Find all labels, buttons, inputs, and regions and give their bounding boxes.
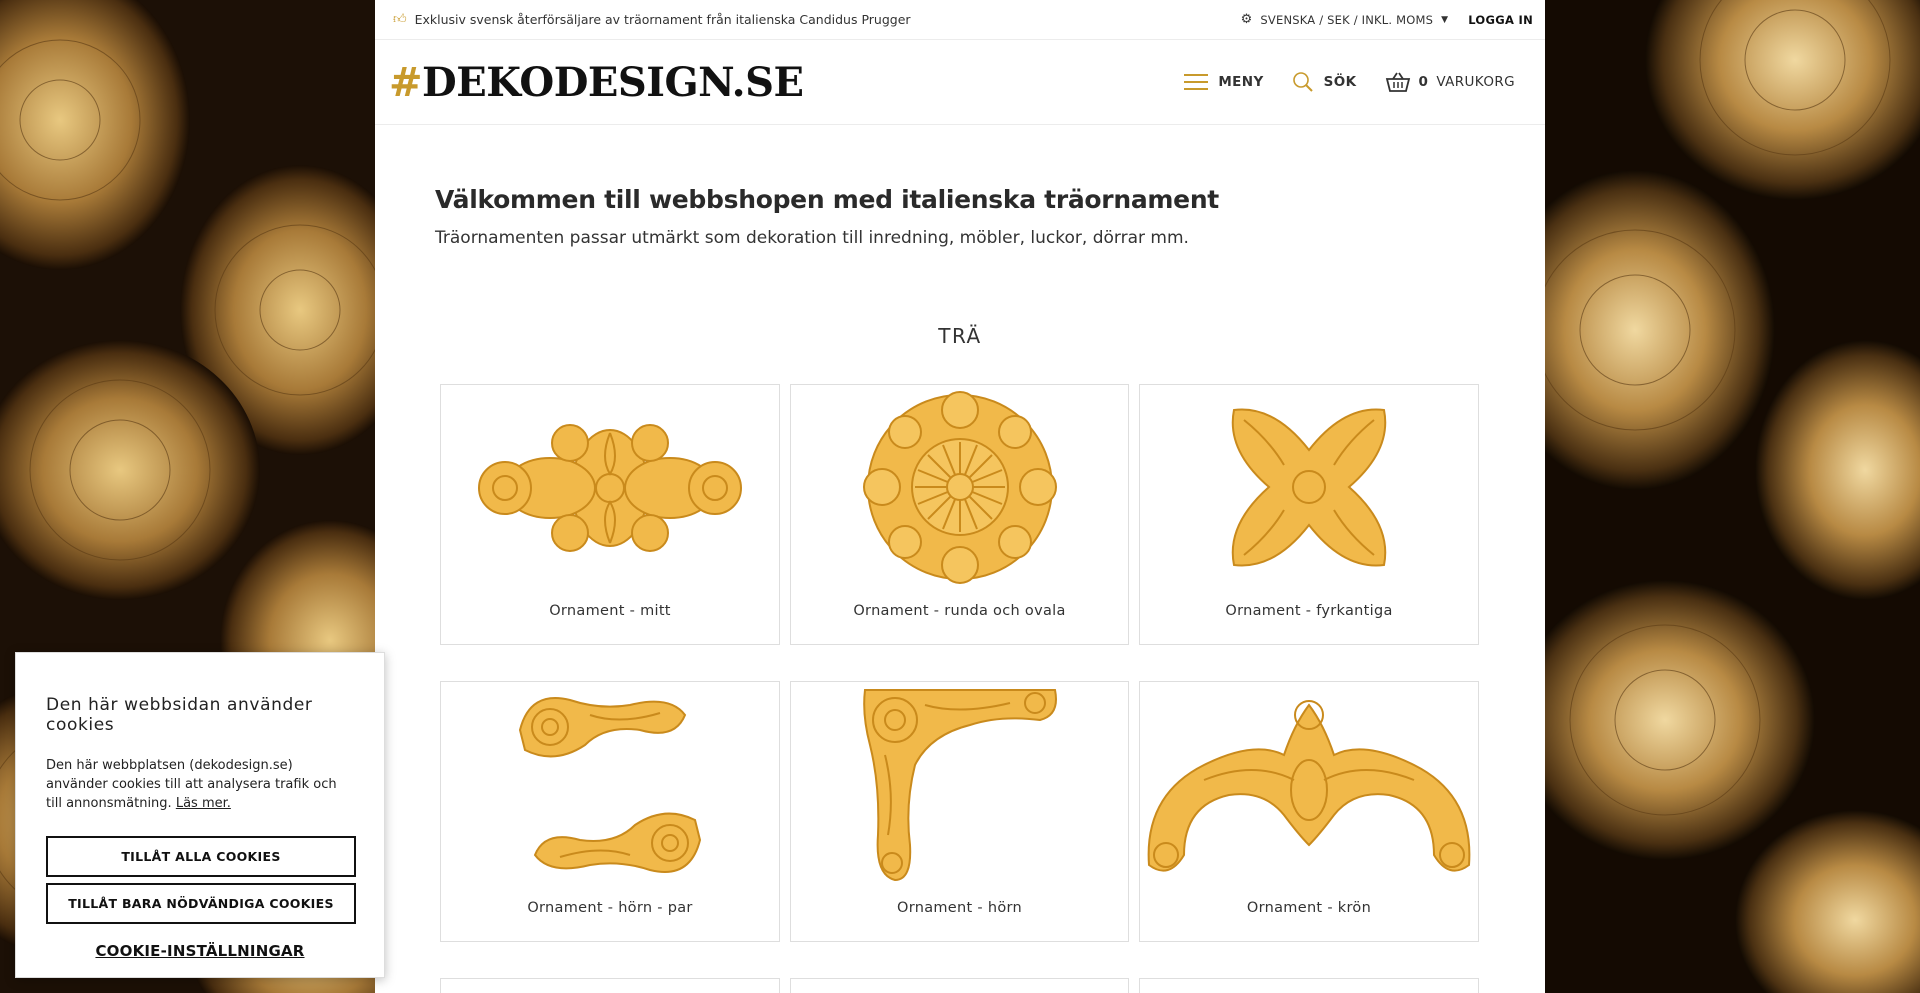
menu-label: MENY bbox=[1218, 74, 1264, 90]
basket-icon bbox=[1385, 72, 1410, 92]
background-wood-right bbox=[1545, 0, 1920, 993]
top-bar: 👍︎ Exklusiv svensk återförsäljare av trä… bbox=[375, 0, 1545, 40]
category-card-partial[interactable] bbox=[1139, 978, 1479, 993]
category-card-kron[interactable]: Ornament - krön bbox=[1139, 681, 1479, 942]
promo-text: Exklusiv svensk återförsäljare av träorn… bbox=[414, 12, 911, 27]
read-more-link[interactable]: Läs mer. bbox=[176, 796, 231, 811]
ornament-image bbox=[1140, 385, 1478, 590]
language-currency-selector[interactable]: ⚙ SVENSKA / SEK / INKL. MOMS ▼ bbox=[1241, 12, 1449, 27]
page-subtitle: Träornamenten passar utmärkt som dekorat… bbox=[435, 228, 1189, 248]
menu-button[interactable]: MENY bbox=[1184, 74, 1263, 90]
site-logo[interactable]: #DEKODESIGN.SE bbox=[389, 58, 804, 106]
category-label: Ornament - mitt bbox=[549, 603, 671, 619]
promo-message: 👍︎ Exklusiv svensk återförsäljare av trä… bbox=[393, 12, 911, 27]
gear-icon: ⚙ bbox=[1240, 12, 1253, 27]
page-title: Välkommen till webbshopen med italienska… bbox=[435, 185, 1219, 214]
header-nav: MENY SÖK 0 VARUKORG bbox=[1184, 71, 1515, 93]
category-card-partial[interactable] bbox=[440, 978, 780, 993]
logo-text: DEKODESIGN.SE bbox=[422, 58, 804, 106]
cookie-settings-link[interactable]: COOKIE-INSTÄLLNINGAR bbox=[46, 942, 354, 960]
login-link[interactable]: LOGGA IN bbox=[1468, 13, 1533, 27]
cart-button[interactable]: 0 VARUKORG bbox=[1385, 71, 1515, 93]
intro-section: Välkommen till webbshopen med italienska… bbox=[375, 125, 1545, 248]
category-label: Ornament - fyrkantiga bbox=[1225, 603, 1393, 619]
site-header: #DEKODESIGN.SE MENY SÖK 0 VARUKORG bbox=[375, 40, 1545, 125]
language-label: SVENSKA / SEK / INKL. MOMS bbox=[1260, 12, 1434, 27]
ornament-image bbox=[441, 682, 779, 887]
category-card-horn[interactable]: Ornament - hörn bbox=[790, 681, 1129, 942]
category-label: Ornament - hörn bbox=[896, 900, 1023, 916]
logo-hash: # bbox=[389, 58, 423, 106]
category-label: Ornament - runda och ovala bbox=[853, 603, 1066, 619]
cookie-text: Den här webbplatsen (dekodesign.se) anvä… bbox=[46, 757, 354, 814]
hamburger-icon bbox=[1184, 74, 1209, 90]
search-button[interactable]: SÖK bbox=[1292, 71, 1357, 93]
category-card-fyrkantiga[interactable]: Ornament - fyrkantiga bbox=[1139, 384, 1479, 645]
category-card-runda[interactable]: Ornament - runda och ovala bbox=[790, 384, 1129, 645]
category-card-mitt[interactable]: Ornament - mitt bbox=[440, 384, 780, 645]
search-icon bbox=[1292, 72, 1313, 92]
ornament-image bbox=[791, 385, 1128, 590]
ornament-image bbox=[441, 385, 779, 590]
allow-all-cookies-button[interactable]: TILLÅT ALLA COOKIES bbox=[46, 835, 356, 877]
search-label: SÖK bbox=[1323, 74, 1357, 90]
cookie-consent-dialog: Den här webbsidan använder cookies Den h… bbox=[15, 652, 385, 978]
caret-down-icon: ▼ bbox=[1441, 14, 1449, 25]
ornament-image bbox=[1140, 682, 1478, 887]
main-content: 👍︎ Exklusiv svensk återförsäljare av trä… bbox=[375, 0, 1545, 993]
cart-label: VARUKORG bbox=[1436, 74, 1515, 90]
category-card-horn-par[interactable]: Ornament - hörn - par bbox=[440, 681, 780, 942]
category-label: Ornament - hörn - par bbox=[527, 900, 693, 916]
category-label: Ornament - krön bbox=[1246, 900, 1372, 916]
category-grid: Ornament - mitt Ornament - runda och ova… bbox=[440, 384, 1480, 993]
ornament-image bbox=[791, 682, 1128, 887]
allow-necessary-cookies-button[interactable]: TILLÅT BARA NÖDVÄNDIGA COOKIES bbox=[46, 882, 356, 924]
category-card-partial[interactable] bbox=[790, 978, 1129, 993]
cookie-title: Den här webbsidan använder cookies bbox=[46, 695, 313, 735]
thumbs-up-icon: 👍︎ bbox=[393, 12, 407, 27]
cart-count: 0 bbox=[1418, 74, 1429, 90]
section-title: TRÄ bbox=[938, 324, 982, 348]
